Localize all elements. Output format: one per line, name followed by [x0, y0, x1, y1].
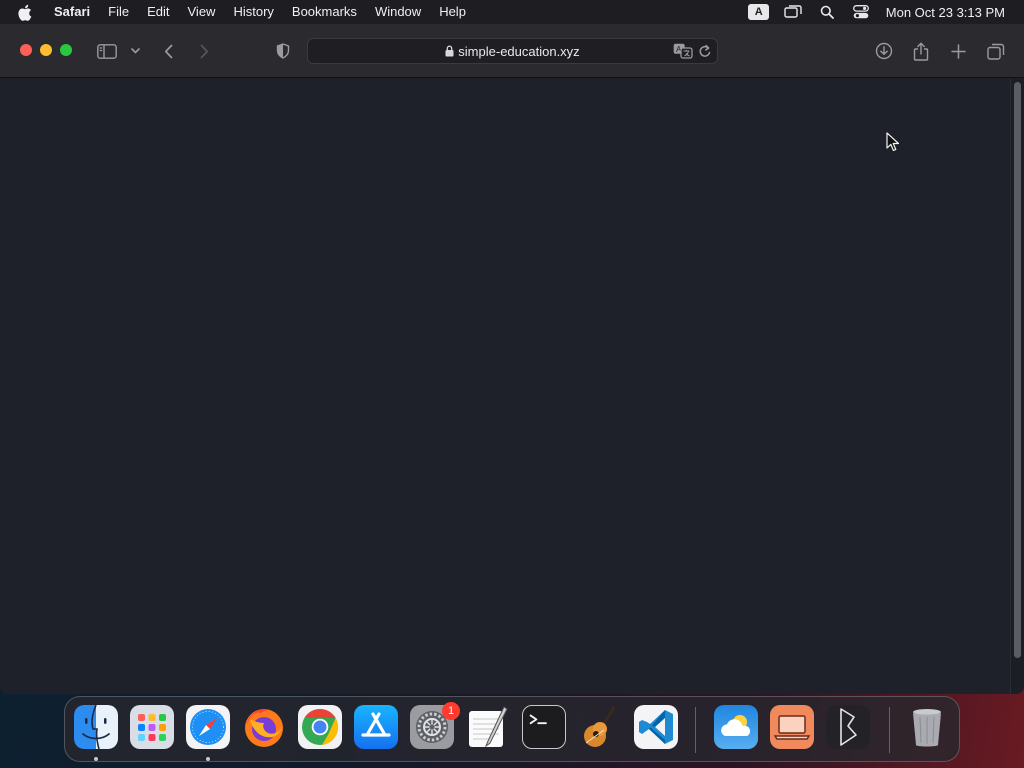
finder-running-indicator — [94, 757, 98, 761]
forward-chevron-icon[interactable] — [191, 38, 217, 64]
screen-mirroring-icon[interactable] — [776, 0, 810, 24]
menu-bar-clock[interactable]: Mon Oct 23 3:13 PM — [878, 5, 1024, 20]
menu-help[interactable]: Help — [430, 0, 475, 24]
app-store-icon[interactable] — [354, 705, 398, 749]
menu-history[interactable]: History — [224, 0, 282, 24]
share-icon[interactable] — [908, 38, 934, 64]
tab-overview-icon[interactable] — [983, 38, 1009, 64]
garageband-icon[interactable] — [578, 705, 622, 749]
spotlight-search-icon[interactable] — [810, 0, 844, 24]
window-zoom-button[interactable] — [60, 44, 72, 56]
translate-icon[interactable]: A — [673, 43, 693, 64]
scrollbar-thumb[interactable] — [1014, 82, 1021, 658]
weather-icon[interactable] — [714, 705, 758, 749]
privacy-report-shield-icon[interactable] — [270, 38, 296, 64]
control-center-icon[interactable] — [844, 0, 878, 24]
menu-view[interactable]: View — [179, 0, 225, 24]
textedit-icon[interactable] — [466, 705, 510, 749]
remote-desktop-icon[interactable] — [770, 705, 814, 749]
input-source-icon[interactable]: A — [742, 0, 776, 24]
dock-separator — [695, 707, 696, 753]
safari-icon[interactable] — [186, 705, 230, 749]
address-bar-url[interactable]: simple-education.xyz — [458, 44, 579, 59]
window-close-button[interactable] — [20, 44, 32, 56]
launchpad-icon[interactable] — [130, 705, 174, 749]
window-minimize-button[interactable] — [40, 44, 52, 56]
vscode-icon[interactable] — [634, 705, 678, 749]
system-settings-badge: 1 — [442, 702, 460, 720]
menu-app-name[interactable]: Safari — [45, 0, 99, 24]
downloads-icon[interactable] — [871, 38, 897, 64]
tab-group-chevron-down-icon[interactable] — [123, 38, 147, 64]
chrome-icon[interactable] — [298, 705, 342, 749]
finder-icon[interactable] — [74, 705, 118, 749]
address-bar[interactable]: simple-education.xyz A — [307, 38, 718, 64]
safari-window: simple-education.xyz A — [0, 24, 1024, 694]
lock-icon — [445, 45, 454, 57]
safari-running-indicator — [206, 757, 210, 761]
dock-separator-trash — [889, 707, 890, 753]
new-tab-plus-icon[interactable] — [945, 38, 971, 64]
browser-toolbar: simple-education.xyz A — [0, 24, 1024, 78]
terminal-icon[interactable] — [522, 705, 566, 749]
menu-bar: Safari File Edit View History Bookmarks … — [0, 0, 1024, 24]
firefox-icon[interactable] — [242, 705, 286, 749]
input-source-label: A — [748, 4, 770, 20]
web-page-content[interactable] — [0, 79, 1010, 694]
menu-bookmarks[interactable]: Bookmarks — [283, 0, 366, 24]
menu-file[interactable]: File — [99, 0, 138, 24]
back-chevron-icon[interactable] — [155, 38, 181, 64]
menu-window[interactable]: Window — [366, 0, 430, 24]
bezel-icon[interactable] — [826, 705, 870, 749]
trash-icon[interactable] — [905, 705, 949, 749]
mouse-pointer-icon — [886, 132, 900, 157]
reload-icon[interactable] — [698, 43, 712, 64]
apple-menu-icon[interactable] — [17, 4, 35, 21]
dock: 1 — [64, 696, 960, 762]
menu-edit[interactable]: Edit — [138, 0, 178, 24]
sidebar-toggle-icon[interactable] — [94, 38, 120, 64]
